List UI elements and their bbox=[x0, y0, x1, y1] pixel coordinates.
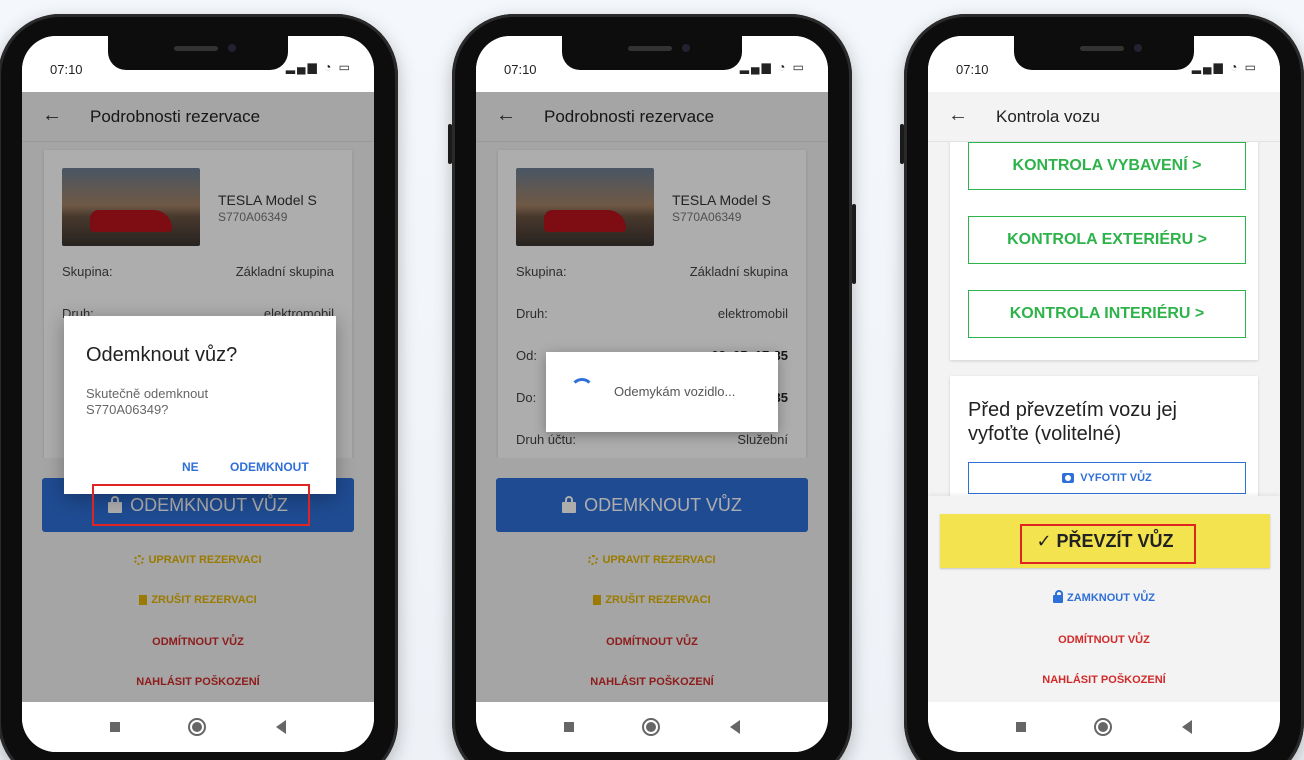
back-icon[interactable] bbox=[1182, 720, 1192, 734]
dialog-message: Skutečně odemknout S770A06349? bbox=[86, 386, 209, 417]
phone-mockup-2: 07:10 ▂▄▆ ◔ ▭ ← Podrobnosti rezervace TE… bbox=[448, 14, 856, 760]
status-time: 07:10 bbox=[956, 62, 989, 77]
phone-screen: 07:10 ▂▄▆ ◔ ▭ ← Podrobnosti rezervace TE… bbox=[22, 36, 374, 752]
loading-spinner-icon bbox=[570, 378, 594, 402]
report-damage-link[interactable]: NAHLÁSIT POŠKOZENÍ bbox=[928, 674, 1280, 686]
home-icon[interactable] bbox=[1094, 718, 1112, 736]
photo-prompt: Před převzetím vozu jej vyfoťte (volitel… bbox=[968, 399, 1177, 445]
unlock-dialog: Odemknout vůz? Skutečně odemknout S770A0… bbox=[64, 316, 336, 494]
lock-car-label: ZAMKNOUT VŮZ bbox=[1067, 592, 1155, 604]
signal-wifi-battery-icon: ▂▄▆ ◔ ▭ bbox=[285, 60, 352, 74]
check-equipment-button[interactable]: KONTROLA VYBAVENÍ > bbox=[968, 142, 1246, 190]
home-icon[interactable] bbox=[642, 718, 660, 736]
back-icon[interactable] bbox=[730, 720, 740, 734]
app-bar: ← Kontrola vozu bbox=[928, 92, 1280, 142]
android-nav-bar bbox=[476, 702, 828, 752]
check-interior-button[interactable]: KONTROLA INTERIÉRU > bbox=[968, 290, 1246, 338]
checks-card: KONTROLA VYBAVENÍ > KONTROLA EXTERIÉRU >… bbox=[950, 132, 1258, 360]
lock-icon bbox=[1053, 590, 1063, 604]
check-exterior-button[interactable]: KONTROLA EXTERIÉRU > bbox=[968, 216, 1246, 264]
dialog-title: Odemknout vůz? bbox=[86, 344, 238, 366]
content: KONTROLA VYBAVENÍ > KONTROLA EXTERIÉRU >… bbox=[928, 132, 1280, 716]
android-nav-bar bbox=[22, 702, 374, 752]
phone-mockup-3: 07:10 ▂▄▆ ◔ ▭ ← Kontrola vozu KONTROLA V… bbox=[900, 14, 1304, 760]
phone-screen: 07:10 ▂▄▆ ◔ ▭ ← Kontrola vozu KONTROLA V… bbox=[928, 36, 1280, 752]
status-time: 07:10 bbox=[50, 62, 83, 77]
back-arrow-icon[interactable]: ← bbox=[948, 104, 968, 127]
phone-screen: 07:10 ▂▄▆ ◔ ▭ ← Podrobnosti rezervace TE… bbox=[476, 36, 828, 752]
notch bbox=[562, 36, 742, 70]
phone-mockup-1: 07:10 ▂▄▆ ◔ ▭ ← Podrobnosti rezervace TE… bbox=[0, 14, 398, 760]
notch bbox=[1014, 36, 1194, 70]
reject-car-link[interactable]: ODMÍTNOUT VŮZ bbox=[928, 634, 1280, 646]
dialog-cancel-button[interactable]: NE bbox=[182, 460, 199, 474]
recents-icon[interactable] bbox=[1016, 722, 1026, 732]
notch bbox=[108, 36, 288, 70]
progress-dialog: Odemykám vozidlo... bbox=[546, 352, 778, 432]
dialog-unlock-button[interactable]: ODEMKNOUT bbox=[230, 460, 309, 474]
status-time: 07:10 bbox=[504, 62, 537, 77]
progress-text: Odemykám vozidlo... bbox=[614, 384, 736, 399]
lock-car-link[interactable]: ZAMKNOUT VŮZ bbox=[928, 590, 1280, 604]
camera-icon bbox=[1062, 473, 1075, 484]
page-title: Kontrola vozu bbox=[996, 107, 1100, 126]
highlight-box bbox=[92, 484, 310, 526]
signal-wifi-battery-icon: ▂▄▆ ◔ ▭ bbox=[739, 60, 806, 74]
signal-wifi-battery-icon: ▂▄▆ ◔ ▭ bbox=[1191, 60, 1258, 74]
android-nav-bar bbox=[928, 702, 1280, 752]
recents-icon[interactable] bbox=[564, 722, 574, 732]
home-icon[interactable] bbox=[188, 718, 206, 736]
back-icon[interactable] bbox=[276, 720, 286, 734]
recents-icon[interactable] bbox=[110, 722, 120, 732]
highlight-box bbox=[1020, 524, 1196, 564]
take-photo-button[interactable]: VYFOTIT VŮZ bbox=[968, 462, 1246, 494]
take-photo-label: VYFOTIT VŮZ bbox=[1080, 472, 1152, 484]
